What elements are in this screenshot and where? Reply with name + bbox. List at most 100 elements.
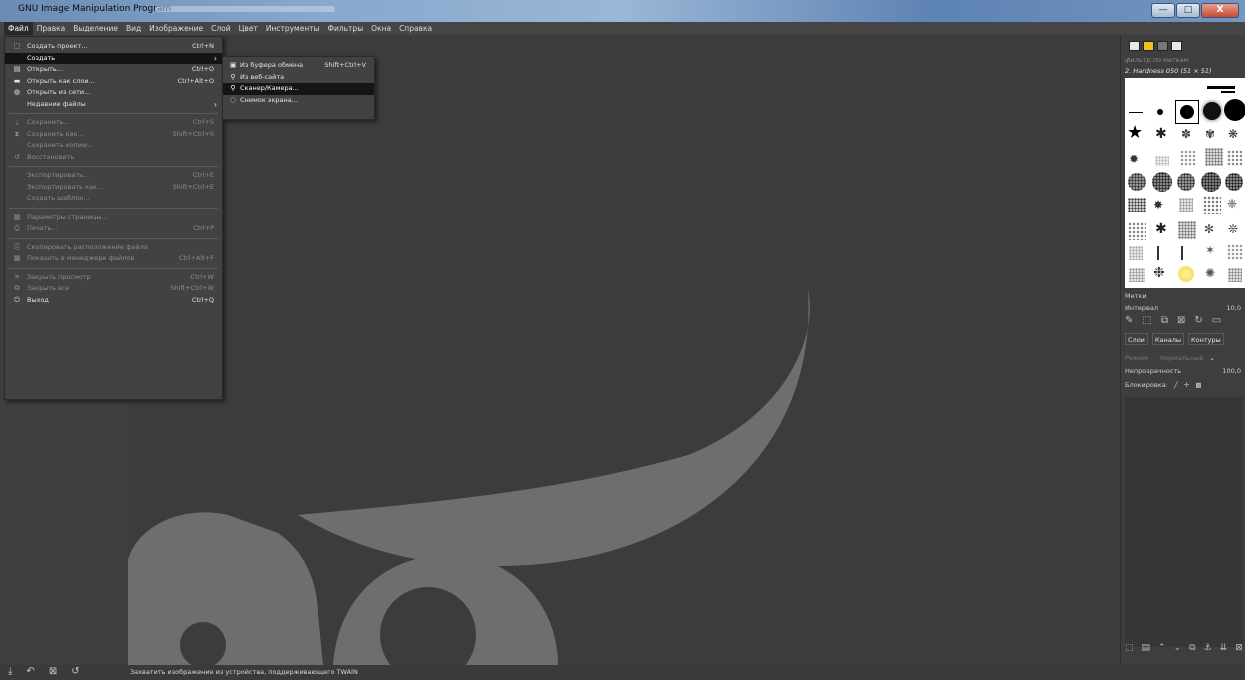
file-menu-item[interactable]: Сохранить копию... [5, 140, 222, 152]
brush-preview[interactable] [1205, 148, 1223, 166]
create-submenu-item[interactable]: ◌ Снимок экрана... [223, 95, 374, 107]
tab-channels[interactable]: Каналы [1151, 333, 1185, 345]
file-menu-item[interactable]: ⤓ Сохранить... Ctrl+S [5, 117, 222, 129]
brush-preview[interactable] [1221, 91, 1235, 93]
file-menu-item[interactable]: ▬ Открыть как слои... Ctrl+Alt+O [5, 76, 222, 88]
file-menu-item[interactable]: Создать шаблон... [5, 193, 222, 205]
file-menu-item[interactable]: Экспортировать... Ctrl+E [5, 170, 222, 182]
menu-5[interactable]: Слой [207, 22, 235, 35]
file-menu-item[interactable]: ◍ Открыть из сети... [5, 87, 222, 99]
brush-preview[interactable]: ✶ [1205, 244, 1215, 256]
brush-preview[interactable]: ❋ [1228, 128, 1238, 140]
file-menu-item[interactable]: ⧗ Сохранить как... Shift+Ctrl+S [5, 129, 222, 141]
delete-brush-icon[interactable]: ⊠ [1177, 315, 1185, 326]
brush-preview[interactable]: ✱ [1155, 222, 1167, 236]
brush-preview[interactable]: ❈ [1227, 198, 1237, 210]
file-menu-item[interactable]: ⬚ Создать проект... Ctrl+N [5, 41, 222, 53]
brush-preview[interactable] [1201, 172, 1221, 192]
layer-mode-select[interactable]: Режим Нормальный ⌄ [1125, 353, 1243, 363]
file-menu-item[interactable]: ⏻ Выход Ctrl+Q [5, 295, 222, 307]
file-menu-item[interactable]: ↺ Восстановить [5, 152, 222, 164]
file-menu-item[interactable]: Экспортировать как... Shift+Ctrl+E [5, 182, 222, 194]
refresh-brushes-icon[interactable]: ↻ [1194, 315, 1202, 326]
brush-preview[interactable] [1152, 172, 1172, 192]
file-menu-item[interactable]: ⧉ Закрыть все Shift+Ctrl+W [5, 283, 222, 295]
menu-4[interactable]: Изображение [145, 22, 207, 35]
brush-preview[interactable] [1225, 173, 1243, 191]
file-menu-item[interactable]: ▤ Открыть... Ctrl+O [5, 64, 222, 76]
tab-paths[interactable]: Контуры [1188, 333, 1224, 345]
file-menu-item[interactable]: ✕ Закрыть просмотр Ctrl+W [5, 272, 222, 284]
menu-8[interactable]: Фильтры [324, 22, 368, 35]
brush-preview[interactable]: ❊ [1228, 223, 1238, 235]
brush-tag-input[interactable]: Метки [1125, 291, 1243, 301]
file-menu-item[interactable]: ⎘ Скопировать расположение файла [5, 242, 222, 254]
brush-preview[interactable]: ✻ [1204, 223, 1214, 235]
brush-preview[interactable] [1227, 244, 1243, 260]
brush-preview[interactable] [1224, 99, 1245, 121]
tab-layers[interactable]: Слои [1125, 333, 1148, 345]
document-tab-icon[interactable] [1171, 41, 1182, 51]
new-brush-icon[interactable]: ⬚ [1142, 315, 1151, 326]
brush-grid[interactable]: ★ ✱ ✽ ✾ ❋ ✹ ✸ ❈ ✱ ✻ ❊ ✶ ❉ ✺ [1125, 78, 1245, 288]
raise-layer-icon[interactable]: ⌃ [1158, 643, 1166, 653]
lock-alpha-icon[interactable]: ▩ [1195, 381, 1201, 389]
brush-preview[interactable] [1129, 112, 1143, 113]
brush-preview[interactable] [1128, 173, 1146, 191]
brush-preview[interactable]: ❉ [1153, 266, 1165, 280]
file-menu-item[interactable]: ▦ Параметры страницы... [5, 212, 222, 224]
brush-preview[interactable] [1128, 222, 1146, 240]
merge-layer-icon[interactable]: ⇊ [1220, 643, 1228, 653]
brush-preview[interactable]: ✸ [1153, 199, 1163, 211]
export-icon[interactable]: ⤓ [8, 666, 12, 677]
brush-preview[interactable] [1129, 268, 1145, 282]
brush-preview[interactable] [1178, 266, 1194, 282]
minimize-button[interactable]: — [1151, 3, 1175, 18]
file-menu-item[interactable]: Недавние файлы › [5, 99, 222, 111]
maximize-button[interactable]: □ [1176, 3, 1200, 18]
brush-preview[interactable] [1157, 109, 1163, 115]
delete-layer-icon[interactable]: ⊠ [1235, 643, 1243, 653]
brush-filter-input[interactable]: фильтр по меткам [1125, 55, 1243, 65]
brush-preview[interactable]: ★ [1127, 124, 1143, 142]
file-menu-item[interactable]: Создать › [5, 52, 222, 64]
brush-preview[interactable] [1178, 221, 1196, 239]
duplicate-brush-icon[interactable]: ⧉ [1161, 315, 1168, 326]
opacity-slider[interactable]: Непрозрачность 100,0 [1125, 366, 1243, 376]
brush-preview[interactable] [1157, 246, 1159, 260]
brush-preview[interactable]: ✾ [1205, 128, 1215, 140]
brush-preview[interactable]: ✹ [1129, 153, 1139, 165]
brushes-tab-icon[interactable] [1129, 41, 1140, 51]
create-submenu-item[interactable]: ▣ Из буфера обмена Shift+Ctrl+V [223, 60, 374, 72]
spacing-slider[interactable]: Интервал 10,0 [1125, 303, 1243, 313]
undo-icon[interactable]: ↶ [26, 666, 34, 677]
brush-preview[interactable] [1227, 150, 1243, 166]
menu-6[interactable]: Цвет [235, 22, 262, 35]
edit-brush-icon[interactable]: ✎ [1125, 315, 1133, 326]
lower-layer-icon[interactable]: ⌄ [1174, 643, 1182, 653]
brush-preview[interactable] [1203, 196, 1221, 214]
lock-pixels-icon[interactable]: ╱ [1174, 381, 1178, 389]
brush-preview[interactable] [1180, 150, 1196, 166]
layer-list[interactable] [1125, 397, 1243, 647]
brush-preview[interactable] [1228, 268, 1242, 282]
lock-position-icon[interactable]: ✛ [1184, 381, 1189, 389]
patterns-tab-icon[interactable] [1143, 41, 1154, 51]
brush-preview[interactable]: ✱ [1155, 127, 1167, 141]
title-bar[interactable]: GNU Image Manipulation Program — □ X [0, 0, 1245, 22]
duplicate-layer-icon[interactable]: ⧉ [1189, 643, 1195, 653]
menu-7[interactable]: Инструменты [262, 22, 324, 35]
file-menu-item[interactable]: ▩ Показать в менеджере файлов Ctrl+Alt+F [5, 253, 222, 265]
reset-icon[interactable]: ↺ [71, 666, 79, 677]
file-menu-item[interactable]: ⎙ Печать... Ctrl+P [5, 223, 222, 235]
new-layer-group-icon[interactable]: ▤ [1142, 643, 1151, 653]
brush-preview[interactable] [1129, 246, 1143, 260]
brush-menu-icon[interactable]: ▭ [1212, 315, 1221, 326]
fonts-tab-icon[interactable] [1157, 41, 1168, 51]
brush-preview[interactable] [1155, 156, 1169, 166]
brush-preview[interactable] [1128, 198, 1146, 212]
brush-preview[interactable] [1180, 105, 1194, 119]
brush-preview[interactable]: ✺ [1205, 267, 1215, 279]
menu-10[interactable]: Справка [395, 22, 436, 35]
menu-9[interactable]: Окна [367, 22, 395, 35]
